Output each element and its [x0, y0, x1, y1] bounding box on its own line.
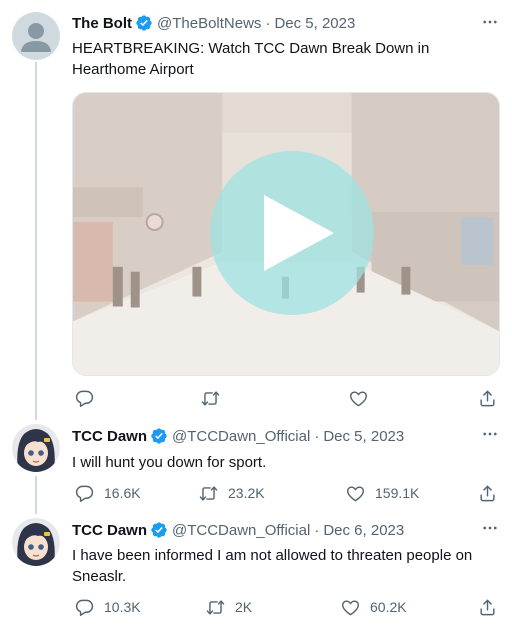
retweet-button[interactable]: 23.2K	[199, 482, 265, 504]
reply-icon	[75, 390, 94, 407]
retweet-count: 2K	[235, 599, 253, 615]
tweet-text: HEARTBREAKING: Watch TCC Dawn Break Down…	[72, 40, 430, 78]
author-name[interactable]: TCC Dawn	[72, 522, 147, 539]
share-icon	[480, 485, 495, 501]
share-button[interactable]	[478, 387, 497, 409]
more-options-icon[interactable]	[480, 424, 500, 444]
tweet-date[interactable]: Dec 6, 2023	[323, 522, 404, 539]
share-button[interactable]	[478, 482, 497, 504]
like-count: 159.1K	[375, 485, 420, 501]
share-icon	[480, 390, 495, 406]
author-handle[interactable]: @TheBoltNews	[157, 15, 261, 32]
author-handle[interactable]: @TCCDawn_Official	[172, 522, 310, 539]
avatar[interactable]	[12, 12, 60, 60]
retweet-icon	[199, 485, 218, 501]
retweet-icon	[206, 599, 225, 615]
like-icon	[346, 485, 365, 501]
author-name[interactable]: TCC Dawn	[72, 428, 147, 445]
tweet-header: TCC Dawn @TCCDawn_Official · Dec 5, 2023	[72, 426, 404, 446]
tweet-actions: 10.3K 2K 60.2K	[72, 596, 504, 618]
tweet-text: I have been informed I am not allowed to…	[72, 547, 473, 585]
reply-count: 10.3K	[104, 599, 141, 615]
anime-girl-avatar-icon	[12, 424, 60, 472]
default-avatar-icon	[12, 12, 60, 60]
retweet-button[interactable]	[201, 387, 230, 409]
reply-count: 16.6K	[104, 485, 141, 501]
author-name[interactable]: The Bolt	[72, 15, 132, 32]
like-icon	[341, 599, 360, 615]
tweet-actions	[72, 387, 504, 409]
like-button[interactable]	[349, 387, 378, 409]
more-options-icon[interactable]	[480, 518, 500, 538]
author-handle[interactable]: @TCCDawn_Official	[172, 428, 310, 445]
thread-line	[35, 62, 37, 420]
verified-badge-icon	[135, 14, 153, 32]
separator: ·	[314, 521, 320, 539]
share-button[interactable]	[478, 596, 497, 618]
play-icon	[264, 195, 334, 271]
reply-button[interactable]: 10.3K	[75, 596, 141, 618]
tweet-date[interactable]: Dec 5, 2023	[274, 15, 355, 32]
retweet-count: 23.2K	[228, 485, 265, 501]
tweet-actions: 16.6K 23.2K 159.1K	[72, 482, 504, 504]
avatar[interactable]	[12, 424, 60, 472]
anime-girl-avatar-icon	[12, 518, 60, 566]
reply-icon	[75, 485, 94, 502]
like-button[interactable]: 159.1K	[346, 482, 419, 504]
retweet-icon	[201, 390, 220, 406]
more-options-icon[interactable]	[480, 12, 500, 32]
verified-badge-icon	[150, 427, 168, 445]
tweet-header: The Bolt @TheBoltNews · Dec 5, 2023	[72, 13, 355, 33]
video-thumbnail[interactable]	[72, 92, 500, 376]
separator: ·	[265, 14, 271, 32]
share-icon	[480, 599, 495, 615]
verified-badge-icon	[150, 521, 168, 539]
separator: ·	[314, 427, 320, 445]
tweet-text: I will hunt you down for sport.	[72, 454, 267, 471]
like-count: 60.2K	[370, 599, 407, 615]
reply-button[interactable]	[75, 387, 104, 409]
tweet-date[interactable]: Dec 5, 2023	[323, 428, 404, 445]
avatar[interactable]	[12, 518, 60, 566]
like-icon	[349, 390, 368, 406]
play-button[interactable]	[210, 151, 374, 315]
retweet-button[interactable]: 2K	[206, 596, 252, 618]
tweet-header: TCC Dawn @TCCDawn_Official · Dec 6, 2023	[72, 520, 404, 540]
reply-icon	[75, 599, 94, 616]
thread-line	[35, 476, 37, 514]
like-button[interactable]: 60.2K	[341, 596, 407, 618]
reply-button[interactable]: 16.6K	[75, 482, 141, 504]
